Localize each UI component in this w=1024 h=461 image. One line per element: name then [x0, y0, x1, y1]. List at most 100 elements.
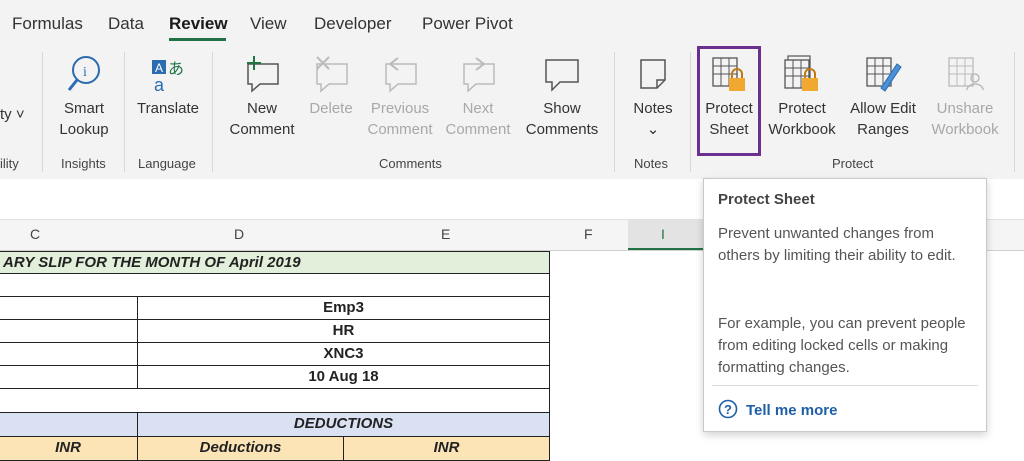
blank-row[interactable]	[0, 388, 550, 413]
svg-text:?: ?	[724, 402, 732, 417]
emp-name-cell[interactable]: Emp3	[137, 296, 550, 320]
svg-text:A: A	[155, 61, 163, 75]
col-header-i-selected[interactable]: I	[661, 226, 665, 242]
language-group-label: Language	[138, 156, 196, 171]
active-tab-indicator	[169, 38, 226, 41]
tooltip-example: For example, you can prevent people from…	[718, 315, 966, 376]
inr-header-1[interactable]: INR	[0, 436, 138, 461]
col-header-c[interactable]: C	[30, 226, 40, 242]
tab-formulas[interactable]: Formulas	[12, 14, 83, 34]
separator	[614, 52, 615, 172]
blank-row[interactable]	[0, 273, 550, 297]
show-comments-button[interactable]: Show Comments	[518, 54, 606, 140]
tell-me-more-label: Tell me more	[746, 402, 838, 419]
protect-group-label: Protect	[832, 156, 874, 171]
help-icon: ?	[718, 399, 738, 419]
delete-label: Delete	[309, 100, 353, 117]
separator	[690, 52, 691, 172]
translate-button[interactable]: A あ a Translate	[132, 54, 204, 119]
comments-group-label: Comments	[379, 156, 442, 171]
show-comments-icon	[545, 59, 579, 92]
previous-comment-button[interactable]: Previous Comment	[362, 54, 438, 140]
svg-text:i: i	[83, 65, 87, 80]
new-comment-line1: New	[246, 100, 277, 117]
notes-icon	[640, 59, 666, 89]
notes-group-label: Notes	[634, 156, 668, 171]
next-comment-icon	[463, 57, 495, 93]
tell-me-more-link[interactable]: ? Tell me more	[718, 399, 837, 419]
new-comment-line2: Comment	[229, 121, 295, 138]
protect-workbook-button[interactable]: Protect Workbook	[762, 54, 842, 140]
separator	[212, 52, 213, 172]
separator	[124, 52, 125, 172]
translate-label: Translate	[137, 100, 199, 117]
protect-workbook-line2: Workbook	[768, 121, 836, 138]
insights-group-label: Insights	[61, 156, 106, 171]
allow-edit-ranges-line2: Ranges	[857, 121, 909, 138]
tab-data[interactable]: Data	[108, 14, 144, 34]
new-comment-button[interactable]: New Comment	[222, 54, 302, 140]
smart-lookup-line1: Smart	[63, 100, 104, 117]
previous-comment-line1: Previous	[370, 100, 430, 117]
label-cell[interactable]	[0, 296, 138, 320]
tab-review[interactable]: Review	[169, 14, 228, 34]
next-comment-line2: Comment	[445, 121, 511, 138]
label-cell[interactable]	[0, 365, 138, 389]
translate-icon: A あ a	[152, 59, 184, 94]
unshare-workbook-line2: Workbook	[931, 121, 999, 138]
show-comments-line2: Comments	[525, 121, 599, 138]
deductions-column-header[interactable]: Deductions	[137, 436, 344, 461]
ribbon: ty ˅ ility i Smart Lookup Insights A あ a…	[0, 44, 1024, 180]
col-header-d[interactable]: D	[234, 226, 244, 242]
label-cell[interactable]	[0, 319, 138, 343]
col-header-f[interactable]: F	[584, 226, 593, 242]
tab-view[interactable]: View	[250, 14, 287, 34]
code-cell[interactable]: XNC3	[137, 342, 550, 366]
svg-text:a: a	[154, 75, 165, 94]
svg-text:あ: あ	[168, 59, 184, 78]
smart-lookup-button[interactable]: i Smart Lookup	[50, 54, 118, 140]
delete-comment-button[interactable]: Delete	[303, 54, 359, 119]
label-cell[interactable]	[0, 342, 138, 366]
inr-header-2[interactable]: INR	[343, 436, 550, 461]
col-header-e[interactable]: E	[441, 226, 450, 242]
show-comments-line1: Show	[543, 100, 581, 117]
tab-developer[interactable]: Developer	[314, 14, 392, 34]
accessibility-button[interactable]: ty ˅	[0, 104, 30, 125]
notes-dropdown-chevron: ⌄	[646, 121, 660, 138]
protect-workbook-icon	[784, 55, 818, 91]
tooltip-title: Protect Sheet	[718, 191, 815, 208]
next-comment-line1: Next	[462, 100, 494, 117]
selected-column-i: I	[628, 220, 704, 250]
tab-power-pivot[interactable]: Power Pivot	[422, 14, 513, 34]
tooltip-description: Prevent unwanted changes from others by …	[718, 225, 956, 264]
next-comment-button[interactable]: Next Comment	[440, 54, 516, 140]
accessibility-group-label: ility	[0, 156, 19, 171]
delete-comment-icon	[316, 56, 348, 93]
unshare-workbook-line1: Unshare	[936, 100, 994, 117]
smart-lookup-icon: i	[67, 56, 100, 91]
unshare-workbook-icon	[948, 57, 984, 91]
deductions-header[interactable]: DEDUCTIONS	[137, 412, 550, 437]
date-cell[interactable]: 10 Aug 18	[137, 365, 550, 389]
protect-workbook-line1: Protect	[778, 100, 826, 117]
previous-comment-icon	[385, 57, 417, 93]
smart-lookup-line2: Lookup	[59, 121, 109, 138]
title-cell[interactable]: ARY SLIP FOR THE MONTH OF April 2019	[0, 251, 550, 274]
notes-button[interactable]: Notes ⌄	[624, 54, 682, 140]
ribbon-tabs: Formulas Data Review View Developer Powe…	[0, 0, 1024, 44]
allow-edit-ranges-button[interactable]: Allow Edit Ranges	[844, 54, 922, 140]
previous-comment-line2: Comment	[367, 121, 433, 138]
accessibility-label: ty ˅	[0, 106, 25, 123]
allow-edit-ranges-line1: Allow Edit	[850, 100, 916, 117]
new-comment-icon	[247, 56, 279, 93]
dept-cell[interactable]: HR	[137, 319, 550, 343]
separator	[1014, 52, 1015, 172]
allow-edit-ranges-icon	[866, 57, 902, 92]
separator	[42, 52, 43, 172]
notes-line1: Notes	[633, 100, 673, 117]
tooltip-divider	[712, 385, 978, 386]
earnings-header-cell[interactable]	[0, 412, 138, 437]
protect-sheet-tooltip: Protect Sheet Prevent unwanted changes f…	[703, 178, 987, 432]
unshare-workbook-button[interactable]: Unshare Workbook	[924, 54, 1006, 140]
